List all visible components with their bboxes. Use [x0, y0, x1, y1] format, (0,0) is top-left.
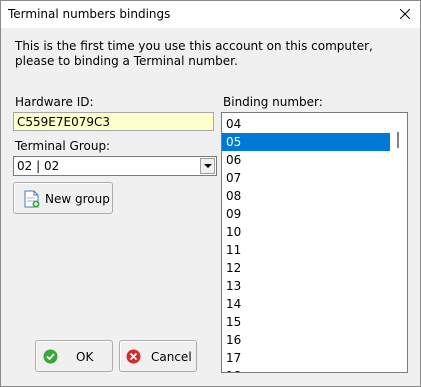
- binding-number-label: Binding number:: [223, 95, 323, 109]
- cancel-icon: [126, 349, 141, 364]
- binding-number-item[interactable]: 04: [222, 115, 390, 133]
- binding-number-item[interactable]: 10: [222, 223, 390, 241]
- binding-number-item[interactable]: 17: [222, 349, 390, 367]
- vertical-scrollbar[interactable]: [390, 113, 407, 372]
- binding-number-item[interactable]: 15: [222, 313, 390, 331]
- window-title: Terminal numbers bindings: [8, 7, 171, 21]
- binding-number-items: 040506070809101112131415161718: [222, 115, 390, 372]
- binding-number-item[interactable]: 13: [222, 277, 390, 295]
- binding-number-item[interactable]: 11: [222, 241, 390, 259]
- binding-number-item[interactable]: 12: [222, 259, 390, 277]
- new-group-label: New group: [45, 192, 110, 206]
- ok-label: OK: [76, 350, 94, 364]
- close-icon: [400, 9, 410, 19]
- cancel-button[interactable]: Cancel: [119, 340, 197, 372]
- binding-number-item[interactable]: 08: [222, 187, 390, 205]
- checkmark-icon: [43, 349, 58, 364]
- terminal-group-value: 02 | 02: [17, 159, 60, 173]
- binding-number-item[interactable]: 16: [222, 331, 390, 349]
- terminal-group-select[interactable]: 02 | 02: [13, 156, 217, 176]
- intro-message: This is the first time you use this acco…: [15, 39, 373, 68]
- binding-number-item[interactable]: 06: [222, 151, 390, 169]
- title-bar[interactable]: Terminal numbers bindings: [1, 1, 420, 28]
- binding-number-item[interactable]: 07: [222, 169, 390, 187]
- binding-number-item[interactable]: 18: [222, 367, 390, 372]
- hardware-id-field[interactable]: C559E7E079C3: [13, 112, 214, 131]
- scrollbar-thumb[interactable]: [397, 132, 399, 148]
- binding-number-item[interactable]: 05: [222, 133, 390, 151]
- binding-number-list[interactable]: 040506070809101112131415161718: [221, 112, 408, 373]
- close-button[interactable]: [390, 1, 420, 28]
- new-group-button[interactable]: New group: [13, 182, 113, 214]
- cancel-label: Cancel: [151, 350, 192, 364]
- ok-button[interactable]: OK: [35, 340, 113, 372]
- new-document-icon: [24, 190, 40, 208]
- binding-number-item[interactable]: 09: [222, 205, 390, 223]
- hardware-id-label: Hardware ID:: [15, 95, 94, 109]
- chevron-down-icon: [204, 164, 212, 168]
- dialog-window: Terminal numbers bindings This is the fi…: [0, 0, 421, 387]
- dropdown-button[interactable]: [200, 158, 215, 174]
- terminal-group-label: Terminal Group:: [15, 139, 111, 153]
- binding-number-item[interactable]: 14: [222, 295, 390, 313]
